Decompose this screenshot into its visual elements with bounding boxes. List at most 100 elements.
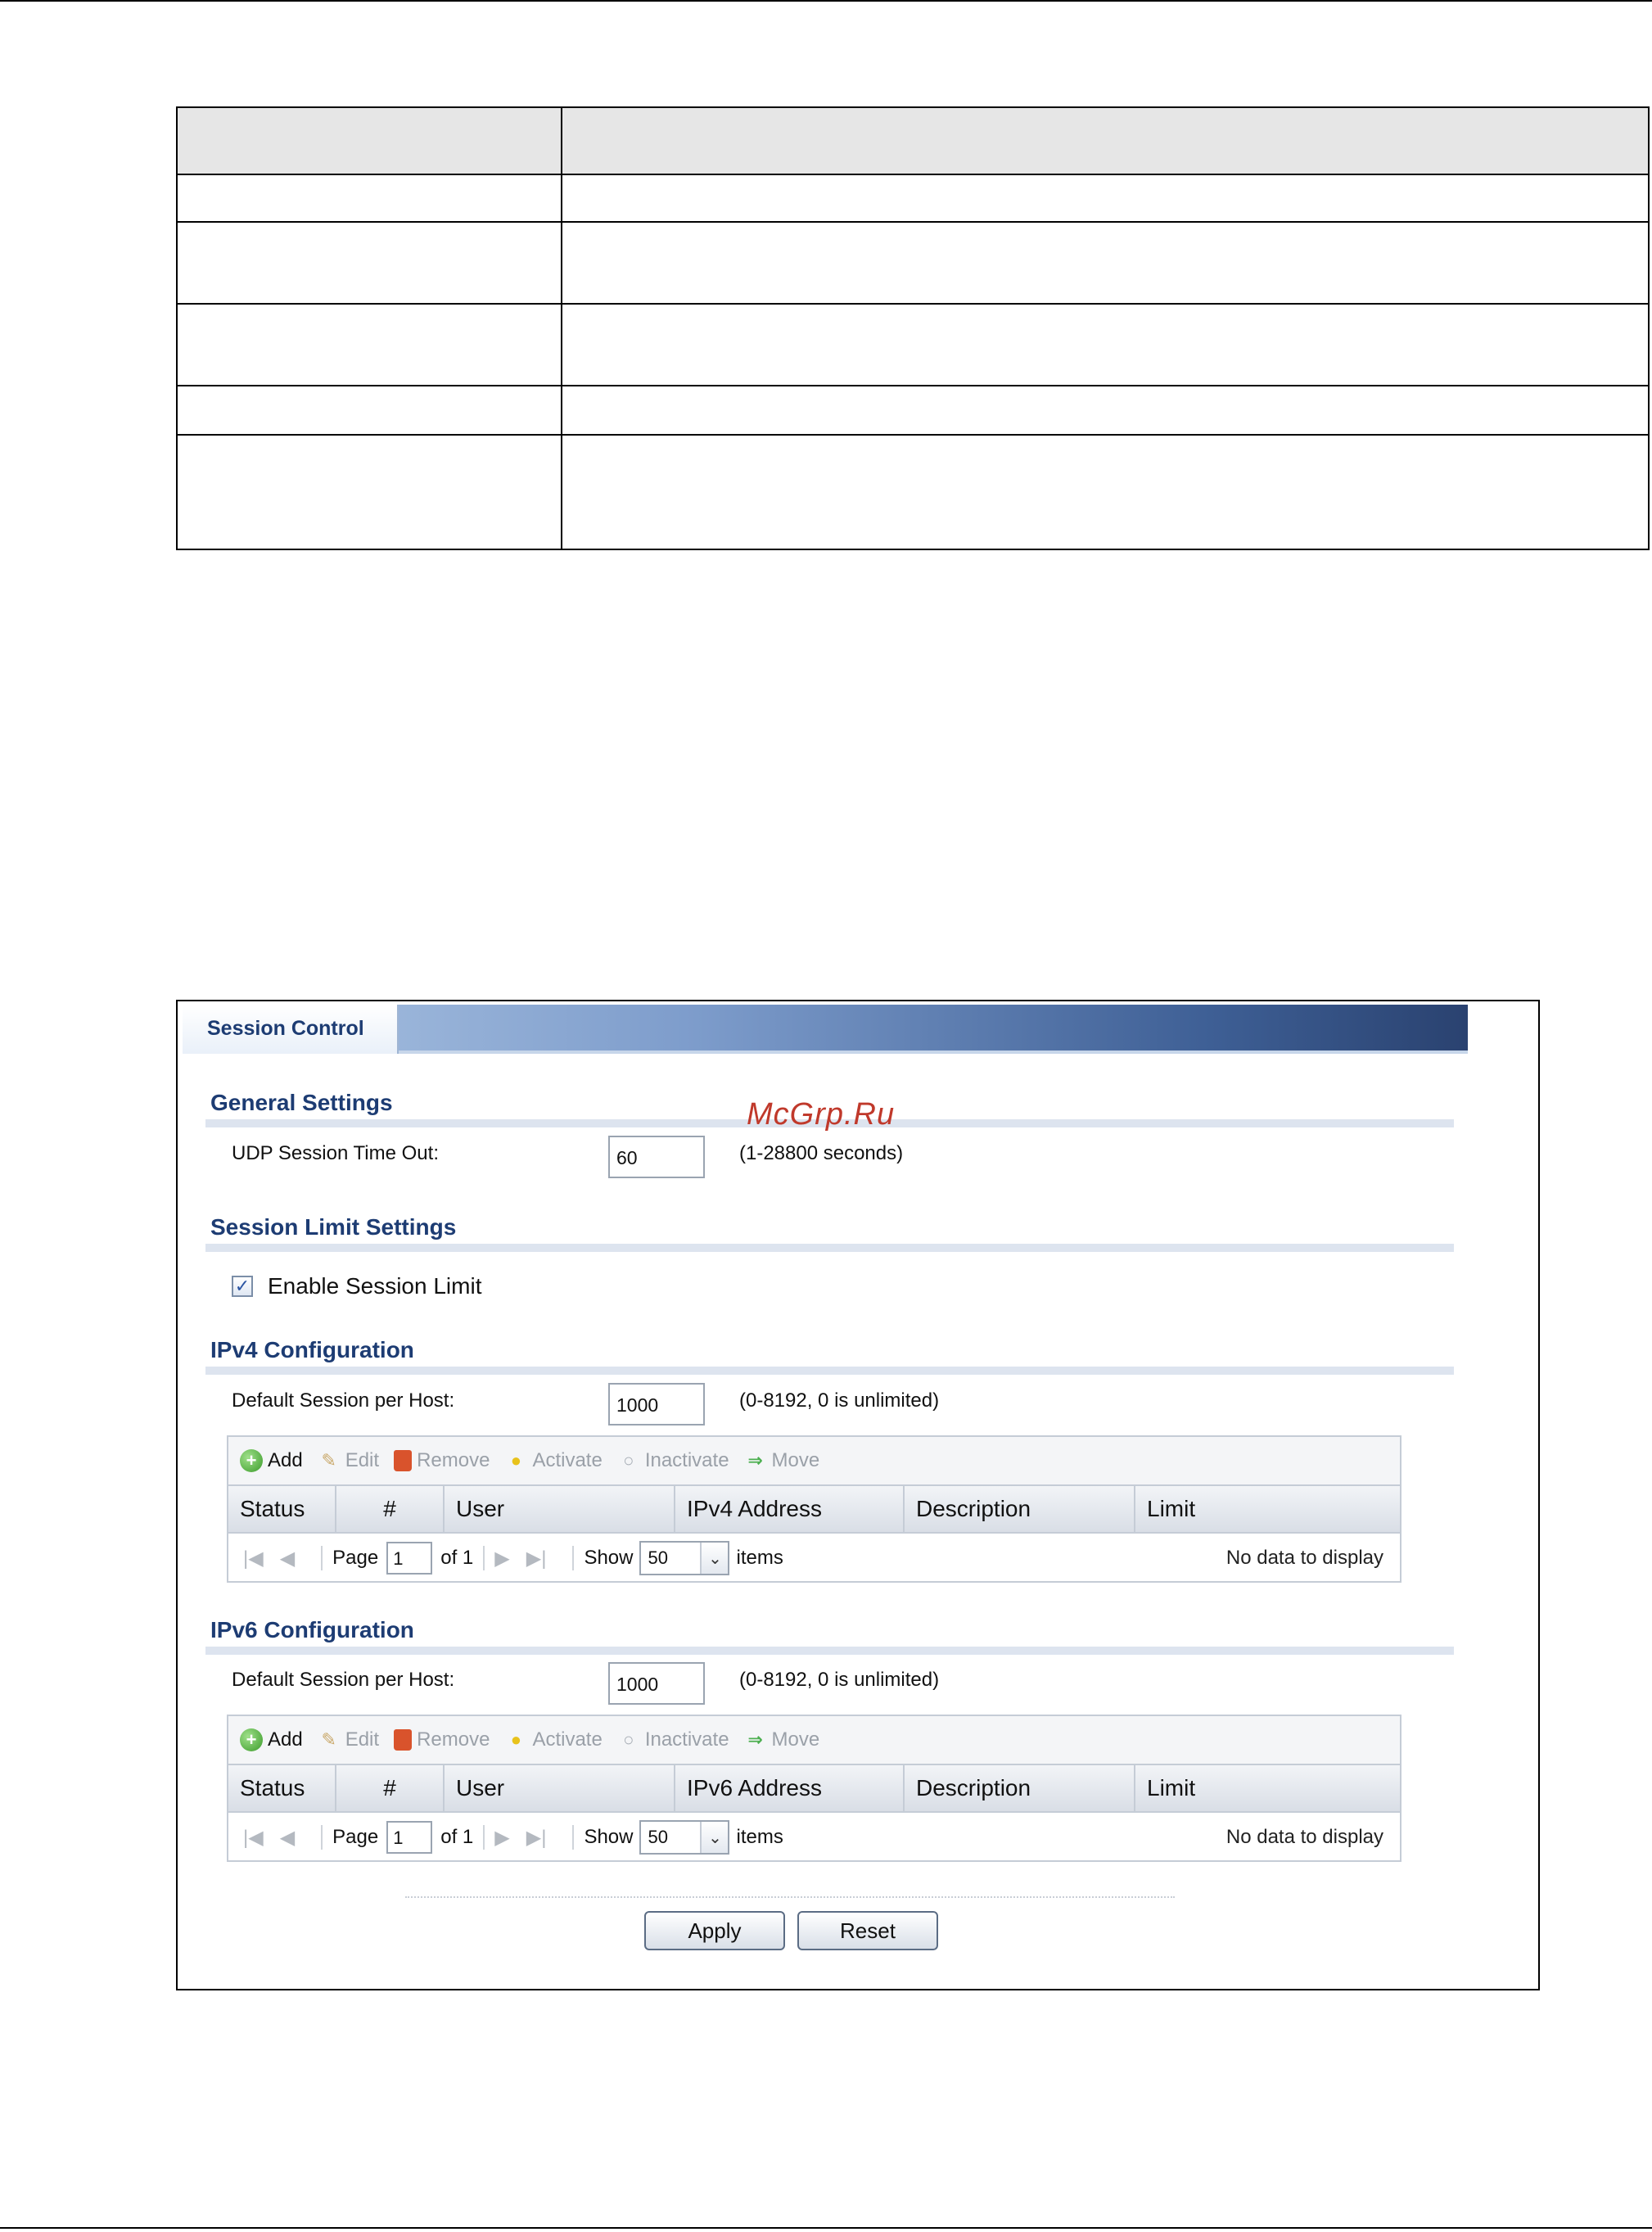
ipv6-remove-button[interactable]: Remove — [394, 1728, 490, 1751]
document-table-row — [176, 303, 1650, 386]
prev-page-icon[interactable]: ◀ — [280, 1547, 295, 1570]
page-label: Page — [332, 1547, 379, 1569]
column-header-limit[interactable]: Limit — [1135, 1765, 1400, 1811]
remove-icon — [394, 1450, 413, 1471]
page-count-label: of 1 — [440, 1826, 474, 1848]
next-page-icon[interactable]: ▶ — [494, 1547, 509, 1570]
session-limit-title: Session Limit Settings — [210, 1214, 457, 1240]
udp-timeout-label: UDP Session Time Out: — [232, 1142, 439, 1164]
page-bottom-rule — [0, 2227, 1652, 2229]
ipv4-pager: |◀ ◀ Page 1 of 1 ▶ ▶| Show 50 ⌄ items No… — [228, 1534, 1400, 1583]
ipv4-remove-button[interactable]: Remove — [394, 1449, 490, 1472]
checkmark-icon: ✓ — [234, 1276, 251, 1296]
column-header-ipv4-address[interactable]: IPv4 Address — [675, 1486, 905, 1532]
ipv6-table-header: Status # User IPv6 Address Description L… — [228, 1764, 1400, 1813]
tab-bar: Session Control — [183, 1005, 1468, 1054]
column-header-description[interactable]: Description — [905, 1486, 1135, 1532]
chevron-down-icon[interactable]: ⌄ — [700, 1543, 729, 1574]
show-label: Show — [584, 1826, 634, 1848]
ipv6-edit-button[interactable]: ✎ Edit — [318, 1728, 379, 1751]
document-table-row — [176, 434, 1650, 550]
next-page-icon[interactable]: ▶ — [494, 1826, 509, 1850]
column-header-user[interactable]: User — [445, 1486, 675, 1532]
divider — [405, 1896, 1175, 1898]
ipv4-default-session-hint: (0-8192, 0 is unlimited) — [739, 1389, 940, 1412]
page-size-select[interactable]: 50 ⌄ — [639, 1820, 730, 1855]
ipv4-table-header: Status # User IPv4 Address Description L… — [228, 1484, 1400, 1534]
ipv6-inactivate-button[interactable]: ○ Inactivate — [617, 1728, 729, 1751]
last-page-icon[interactable]: ▶| — [526, 1547, 547, 1570]
apply-button[interactable]: Apply — [644, 1911, 785, 1950]
ipv6-activate-button[interactable]: ● Activate — [504, 1728, 603, 1751]
inactivate-icon: ○ — [623, 1450, 634, 1471]
page-count-label: of 1 — [440, 1547, 474, 1569]
add-icon: + — [240, 1728, 263, 1751]
last-page-icon[interactable]: ▶| — [526, 1826, 547, 1850]
column-header-user[interactable]: User — [445, 1765, 675, 1811]
page-size-value: 50 — [648, 1827, 668, 1847]
column-header-ipv6-address[interactable]: IPv6 Address — [675, 1765, 905, 1811]
divider — [483, 1546, 485, 1570]
ipv4-inactivate-button[interactable]: ○ Inactivate — [617, 1449, 729, 1472]
ipv6-move-button[interactable]: ⇒ Move — [744, 1728, 819, 1751]
page-size-select[interactable]: 50 ⌄ — [639, 1541, 730, 1575]
enable-session-limit-row[interactable]: ✓ Enable Session Limit — [232, 1270, 481, 1303]
ipv6-add-button[interactable]: + Add — [240, 1728, 303, 1751]
edit-icon: ✎ — [321, 1729, 336, 1750]
ipv4-add-button[interactable]: + Add — [240, 1449, 303, 1472]
edit-icon: ✎ — [321, 1450, 336, 1471]
section-divider — [205, 1647, 1454, 1655]
column-header-number[interactable]: # — [336, 1765, 445, 1811]
page-top-rule — [0, 0, 1652, 2]
udp-timeout-input[interactable]: 60 — [608, 1136, 705, 1178]
divider — [321, 1825, 323, 1850]
items-label: items — [736, 1547, 783, 1569]
ipv4-move-button[interactable]: ⇒ Move — [744, 1449, 819, 1472]
column-header-limit[interactable]: Limit — [1135, 1486, 1400, 1532]
remove-icon — [394, 1729, 413, 1751]
divider — [572, 1825, 575, 1850]
ipv4-config-title: IPv4 Configuration — [210, 1337, 414, 1362]
document-table-row — [176, 174, 1650, 223]
page-number-input[interactable]: 1 — [386, 1821, 433, 1854]
divider — [321, 1546, 323, 1570]
ipv4-activate-button[interactable]: ● Activate — [504, 1449, 603, 1472]
ipv4-default-session-input[interactable]: 1000 — [608, 1383, 705, 1425]
ipv6-toolbar: + Add ✎ Edit Remove ● Activate ○ Inactivate … — [228, 1716, 1400, 1764]
ipv4-edit-button[interactable]: ✎ Edit — [318, 1449, 379, 1472]
general-settings-title: General Settings — [210, 1090, 393, 1115]
divider — [483, 1825, 485, 1850]
reset-button[interactable]: Reset — [797, 1911, 938, 1950]
no-data-label: No data to display — [1225, 1826, 1383, 1848]
column-header-status[interactable]: Status — [228, 1765, 336, 1811]
enable-session-limit-checkbox[interactable]: ✓ — [232, 1276, 253, 1297]
page-size-value: 50 — [648, 1547, 668, 1568]
section-divider — [205, 1367, 1454, 1375]
prev-page-icon[interactable]: ◀ — [280, 1826, 295, 1850]
first-page-icon[interactable]: |◀ — [243, 1826, 264, 1850]
ipv6-default-session-input[interactable]: 1000 — [608, 1662, 705, 1705]
move-icon: ⇒ — [747, 1450, 763, 1471]
column-header-description[interactable]: Description — [905, 1765, 1135, 1811]
enable-session-limit-label: Enable Session Limit — [268, 1273, 482, 1299]
inactivate-icon: ○ — [623, 1729, 634, 1750]
ipv4-session-grid: + Add ✎ Edit Remove ● Activate ○ Inactivate … — [227, 1435, 1401, 1583]
ipv6-session-grid: + Add ✎ Edit Remove ● Activate ○ Inactivate … — [227, 1715, 1401, 1862]
document-table — [176, 106, 1650, 550]
document-table-row — [176, 385, 1650, 436]
activate-icon: ● — [510, 1450, 522, 1471]
watermark-text: McGrp.Ru — [747, 1097, 896, 1132]
no-data-label: No data to display — [1225, 1547, 1383, 1569]
ipv4-toolbar: + Add ✎ Edit Remove ● Activate ○ Inactivate … — [228, 1437, 1400, 1484]
first-page-icon[interactable]: |◀ — [243, 1547, 264, 1570]
tab-session-control[interactable]: Session Control — [183, 1005, 399, 1054]
ipv4-default-session-label: Default Session per Host: — [232, 1389, 455, 1412]
session-control-screenshot: Session Control General Settings UDP Ses… — [176, 1000, 1540, 1990]
page-number-input[interactable]: 1 — [386, 1542, 433, 1575]
chevron-down-icon[interactable]: ⌄ — [700, 1822, 729, 1853]
column-header-status[interactable]: Status — [228, 1486, 336, 1532]
page-label: Page — [332, 1826, 379, 1848]
column-header-number[interactable]: # — [336, 1486, 445, 1532]
ipv6-default-session-hint: (0-8192, 0 is unlimited) — [739, 1669, 940, 1691]
document-table-header-row — [176, 106, 1650, 175]
